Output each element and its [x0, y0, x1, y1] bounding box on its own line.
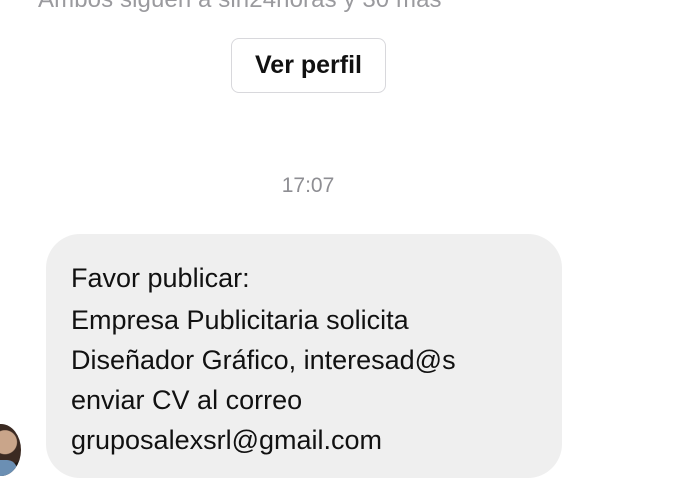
message-line: Empresa Publicitaria solicita	[71, 305, 409, 335]
sender-avatar[interactable]	[0, 424, 21, 476]
chat-screen: Ambos siguen a sin24horas y 30 más Ver p…	[0, 0, 684, 480]
view-profile-button[interactable]: Ver perfil	[231, 38, 386, 93]
message-line: Favor publicar:	[71, 263, 250, 293]
message-timestamp: 17:07	[281, 174, 335, 197]
message-line: Diseñador Gráfico, interesad@s	[71, 345, 456, 375]
message-line: enviar CV al correo	[71, 385, 303, 415]
message-bubble[interactable]: Favor publicar: Empresa Publicitaria sol…	[46, 234, 562, 478]
message-line: gruposalexsrl@gmail.com	[71, 425, 383, 455]
avatar-photo-detail	[0, 460, 17, 476]
mutual-followers-text: Ambos siguen a sin24horas y 30 más	[38, 0, 442, 14]
